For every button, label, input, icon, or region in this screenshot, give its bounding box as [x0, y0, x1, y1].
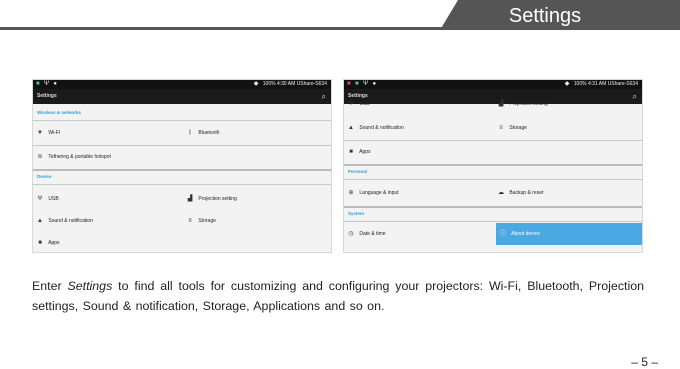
tile-apps[interactable]: ■ Apps	[344, 141, 494, 163]
search-icon[interactable]: ⌕	[322, 89, 326, 104]
status-bar: ■ Ψ ● ◆ 100% 4:30 AM UShare-S634	[33, 80, 331, 89]
tile-sound[interactable]: ▲ Sound & notification	[344, 117, 494, 139]
tile-projection[interactable]: ▟ Projection setting	[494, 93, 642, 115]
usb-icon: Ψ	[348, 101, 354, 107]
bell-icon: ▲	[348, 125, 354, 131]
app-notification-icon: ■	[355, 81, 359, 87]
section-divider	[344, 206, 642, 208]
section-label-device: Device	[37, 174, 52, 179]
caption-paragraph: Enter Settings to find all tools for cus…	[32, 276, 644, 316]
page-number: – 5 –	[631, 355, 658, 369]
divider	[344, 221, 642, 222]
divider	[33, 184, 331, 185]
bell-icon: ▲	[37, 218, 43, 224]
tile-storage[interactable]: ≡ Storage	[183, 210, 331, 232]
tile-usb[interactable]: Ψ USB	[344, 93, 494, 115]
tile-label: Sound & notification	[48, 218, 93, 224]
section-divider	[33, 169, 331, 171]
divider	[33, 120, 331, 121]
status-text: 100% 4:31 AM UShare-S634	[573, 81, 638, 87]
hotspot-icon: ≋	[37, 154, 43, 160]
status-bar: ■ ■ Ψ ● ◆ 100% 4:31 AM UShare-S634	[344, 80, 642, 89]
cloud-upload-icon: ☁	[498, 190, 504, 196]
android-status-icon: ●	[372, 81, 377, 87]
tile-label: USB	[359, 101, 370, 107]
info-icon: ⓘ	[499, 231, 506, 237]
apps-icon: ■	[38, 240, 42, 246]
tile-storage[interactable]: ≡ Storage	[494, 117, 642, 139]
usb-status-icon: Ψ	[44, 81, 50, 87]
section-divider	[344, 164, 642, 166]
section-label-personal: Personal	[348, 169, 368, 174]
tile-bluetooth[interactable]: ᛒ Bluetooth	[183, 122, 331, 144]
divider	[344, 179, 642, 180]
tile-usb[interactable]: Ψ USB	[33, 188, 183, 210]
section-label-wireless: Wireless & networks	[37, 110, 81, 115]
caption-emphasis: Settings	[67, 279, 113, 293]
tile-label: Storage	[198, 218, 216, 224]
tile-language[interactable]: ⊕ Language & input	[344, 182, 494, 204]
tile-label: Date & time	[359, 231, 386, 237]
usb-icon: Ψ	[37, 196, 43, 202]
tile-label: Projection setting	[198, 196, 237, 202]
action-bar: Settings ⌕	[33, 89, 331, 104]
action-bar-title: Settings	[37, 93, 57, 99]
caption-body: to find all tools for customizing and co…	[32, 279, 644, 313]
tile-label: Sound & notification	[359, 125, 404, 131]
wifi-status-icon: ◆	[253, 81, 259, 87]
android-status-icon: ●	[53, 81, 58, 87]
projection-icon: ▟	[498, 101, 504, 107]
tile-label: About device	[511, 231, 541, 237]
storage-icon: ≡	[188, 218, 192, 224]
tile-label: Apps	[48, 240, 60, 246]
tile-label: Bluetooth	[198, 130, 220, 136]
apps-icon: ■	[349, 149, 353, 155]
section-label-system: System	[348, 211, 365, 216]
storage-icon: ≡	[499, 125, 503, 131]
tile-datetime[interactable]: ◷ Date & time	[344, 223, 494, 245]
tile-label: Wi-Fi	[48, 130, 61, 136]
tile-wifi[interactable]: ▼ Wi-Fi	[33, 122, 183, 144]
tile-sound[interactable]: ▲ Sound & notification	[33, 210, 183, 232]
status-text: 100% 4:30 AM UShare-S634	[262, 81, 327, 87]
app-notification-icon: ■	[36, 81, 40, 87]
tile-label: Tethering & portable hotspot	[48, 154, 111, 160]
tile-label: Language & input	[359, 190, 399, 196]
tile-about[interactable]: ⓘ About device	[496, 223, 642, 245]
globe-icon: ⊕	[348, 190, 354, 196]
tile-tethering[interactable]: ≋ Tethering & portable hotspot	[33, 146, 183, 168]
wifi-status-icon: ◆	[564, 81, 570, 87]
tile-label: USB	[48, 196, 59, 202]
tile-apps[interactable]: ■ Apps	[33, 232, 183, 252]
tile-label: Projection setting	[509, 101, 548, 107]
projection-icon: ▟	[187, 196, 193, 202]
settings-screenshot-1: ■ Ψ ● ◆ 100% 4:30 AM UShare-S634 Setting…	[32, 79, 332, 253]
clock-icon: ◷	[348, 231, 354, 237]
wifi-icon: ▼	[37, 130, 43, 136]
tile-backup[interactable]: ☁ Backup & reset	[494, 182, 642, 204]
page-title: Settings	[508, 5, 582, 27]
tile-label: Storage	[509, 125, 527, 131]
usb-status-icon: Ψ	[363, 81, 369, 87]
tile-projection[interactable]: ▟ Projection setting	[183, 188, 331, 210]
bluetooth-icon: ᛒ	[188, 130, 192, 136]
caption-prefix: Enter	[32, 279, 68, 293]
tile-label: Apps	[359, 149, 371, 155]
settings-screenshot-2: ■ ■ Ψ ● ◆ 100% 4:31 AM UShare-S634 Setti…	[343, 79, 643, 253]
app-notification-icon: ■	[347, 81, 351, 87]
tile-label: Backup & reset	[509, 190, 544, 196]
